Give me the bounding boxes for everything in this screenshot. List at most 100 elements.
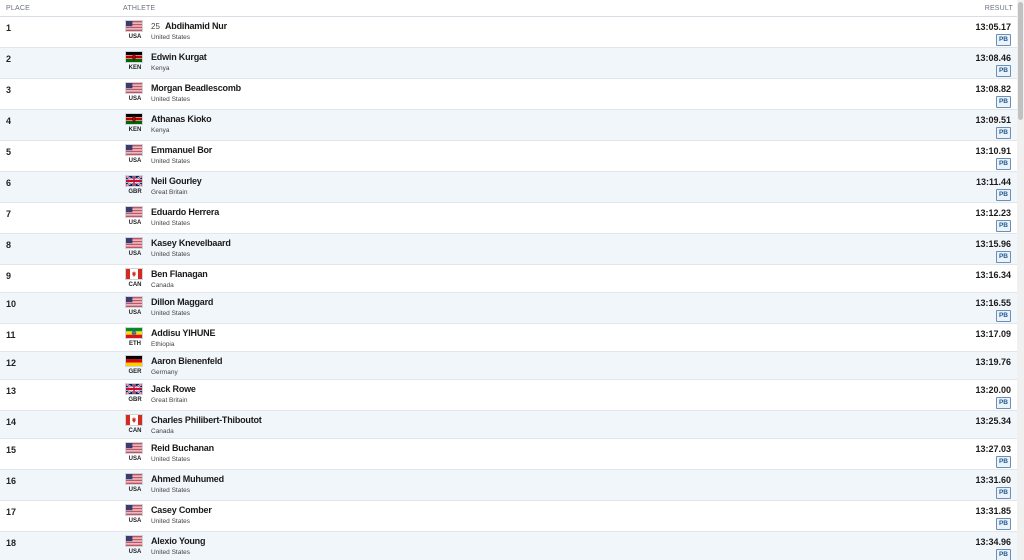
place-number: 6 xyxy=(6,178,12,188)
table-row[interactable]: 5 USA Emmanuel Bor United States 13:10.91 PB xyxy=(0,141,1017,172)
athlete-name-link[interactable]: Alexio Young xyxy=(151,536,205,546)
scrollbar[interactable] xyxy=(1017,0,1024,560)
result-column-header: RESULT xyxy=(984,5,1013,12)
pb-badge: PB xyxy=(995,251,1011,263)
athlete-name-link[interactable]: Ben Flanagan xyxy=(151,269,208,279)
result-time: 13:17.09 xyxy=(975,329,1011,339)
table-row[interactable]: 11 ETH Addisu YIHUNE Ethiopia 13:17.09 xyxy=(0,324,1017,352)
table-row[interactable]: 17 USA Casey Comber United States 13:31.85 PB xyxy=(0,501,1017,532)
result-time: 13:11.44 xyxy=(975,177,1011,187)
result-time: 13:19.76 xyxy=(975,357,1011,367)
country-code: USA xyxy=(128,310,142,316)
athlete-name-link[interactable]: Ahmed Muhumed xyxy=(151,474,224,484)
usa-flag-icon xyxy=(125,442,143,454)
gbr-flag-icon xyxy=(125,383,143,395)
country-name: United States xyxy=(151,549,191,556)
country-code: KEN xyxy=(128,65,142,71)
table-row[interactable]: 3 USA Morgan Beadlescomb United States 13:08… xyxy=(0,79,1017,110)
athlete-name-link[interactable]: Neil Gourley xyxy=(151,176,202,186)
athlete-name-link[interactable]: Morgan Beadlescomb xyxy=(151,83,241,93)
pb-badge: PB xyxy=(995,96,1011,108)
place-number: 12 xyxy=(6,358,17,368)
country-name: United States xyxy=(151,456,191,463)
athlete-name-link[interactable]: Eduardo Herrera xyxy=(151,207,219,217)
country-name: Great Britain xyxy=(151,189,188,196)
usa-flag-icon xyxy=(125,82,143,94)
table-row[interactable]: 6 GBR Neil Gourley Great Britain 13:11.44 PB xyxy=(0,172,1017,203)
athlete-name-link[interactable]: Reid Buchanan xyxy=(151,443,214,453)
table-row[interactable]: 12 GER Aaron Bienenfeld Germany 13:19.76 xyxy=(0,352,1017,380)
athlete-name-link[interactable]: Addisu YIHUNE xyxy=(151,328,215,338)
table-row[interactable]: 13 GBR Jack Rowe Great Britain 13:20.00 PB xyxy=(0,380,1017,411)
athlete-name-link[interactable]: Dillon Maggard xyxy=(151,297,213,307)
table-row[interactable]: 10 USA Dillon Maggard United States 13:16.55… xyxy=(0,293,1017,324)
country-name: Ethiopia xyxy=(151,341,175,348)
country-name: United States xyxy=(151,487,191,494)
country-code: USA xyxy=(128,251,142,257)
table-row[interactable]: 16 USA Ahmed Muhumed United States 13:31.60 P… xyxy=(0,470,1017,501)
pb-badge: PB xyxy=(995,158,1011,170)
athlete-name-link[interactable]: Edwin Kurgat xyxy=(151,52,207,62)
results-table: PLACE ATHLETE RESULT 1 USA 25 Abdihamid Nur… xyxy=(0,0,1017,560)
usa-flag-icon xyxy=(125,535,143,547)
table-row[interactable]: 18 USA Alexio Young United States 13:34.96 PB xyxy=(0,532,1017,560)
place-number: 11 xyxy=(6,330,16,340)
athlete-name-link[interactable]: Kasey Knevelbaard xyxy=(151,238,231,248)
result-time: 13:10.91 xyxy=(975,146,1011,156)
result-time: 13:31.85 xyxy=(975,506,1011,516)
country-code: GBR xyxy=(128,189,142,195)
canada-flag-icon xyxy=(125,268,143,280)
athlete-name-link[interactable]: Abdihamid Nur xyxy=(165,21,227,31)
athlete-name-link[interactable]: Jack Rowe xyxy=(151,384,196,394)
place-number: 14 xyxy=(6,417,17,427)
country-name: Kenya xyxy=(151,127,170,134)
place-column-header: PLACE xyxy=(6,5,30,12)
table-row[interactable]: 4 KEN Athanas Kioko Kenya 13:09.51 PB xyxy=(0,110,1017,141)
gbr-flag-icon xyxy=(125,175,143,187)
country-name: United States xyxy=(151,96,191,103)
athlete-name-link[interactable]: Athanas Kioko xyxy=(151,114,212,124)
place-number: 7 xyxy=(6,209,12,219)
result-time: 13:16.34 xyxy=(975,270,1011,280)
country-code: USA xyxy=(128,518,142,524)
table-row[interactable]: 8 USA Kasey Knevelbaard United States 13:15.… xyxy=(0,234,1017,265)
canada-flag-icon xyxy=(125,414,143,426)
country-code: ETH xyxy=(129,341,141,347)
place-number: 4 xyxy=(6,116,12,126)
country-code: CAN xyxy=(128,428,142,434)
athlete-name-link[interactable]: Charles Philibert-Thiboutot xyxy=(151,415,262,425)
germany-flag-icon xyxy=(125,355,143,367)
country-name: United States xyxy=(151,310,191,317)
country-code: USA xyxy=(128,96,142,102)
kenya-flag-icon xyxy=(125,51,143,63)
result-time: 13:08.82 xyxy=(975,84,1011,94)
pb-badge: PB xyxy=(995,189,1011,201)
country-code: GBR xyxy=(128,397,142,403)
table-row[interactable]: 2 KEN Edwin Kurgat Kenya 13:08.46 PB xyxy=(0,48,1017,79)
pb-badge: PB xyxy=(995,397,1011,409)
athlete-name-link[interactable]: Aaron Bienenfeld xyxy=(151,356,223,366)
table-row[interactable]: 9 CAN Ben Flanagan Canada 13:16.34 xyxy=(0,265,1017,293)
country-code: GER xyxy=(128,369,142,375)
result-time: 13:31.60 xyxy=(975,475,1011,485)
place-number: 5 xyxy=(6,147,12,157)
country-code: USA xyxy=(128,158,142,164)
athlete-column-header: ATHLETE xyxy=(123,5,156,12)
athlete-name-link[interactable]: Emmanuel Bor xyxy=(151,145,212,155)
result-time: 13:20.00 xyxy=(975,385,1011,395)
pb-badge: PB xyxy=(995,65,1011,77)
result-time: 13:34.96 xyxy=(975,537,1011,547)
country-name: Germany xyxy=(151,369,178,376)
result-time: 13:15.96 xyxy=(975,239,1011,249)
table-row[interactable]: 15 USA Reid Buchanan United States 13:27.03 P… xyxy=(0,439,1017,470)
athlete-name-link[interactable]: Casey Comber xyxy=(151,505,212,515)
usa-flag-icon xyxy=(125,473,143,485)
place-number: 8 xyxy=(6,240,12,250)
table-row[interactable]: 1 USA 25 Abdihamid Nur United States 13:05.17… xyxy=(0,17,1017,48)
pb-badge: PB xyxy=(995,34,1011,46)
usa-flag-icon xyxy=(125,504,143,516)
scrollbar-thumb[interactable] xyxy=(1018,2,1023,120)
table-row[interactable]: 7 USA Eduardo Herrera United States 13:12.23… xyxy=(0,203,1017,234)
table-row[interactable]: 14 CAN Charles Philibert-Thiboutot Canada 13… xyxy=(0,411,1017,439)
pb-badge: PB xyxy=(995,549,1011,560)
